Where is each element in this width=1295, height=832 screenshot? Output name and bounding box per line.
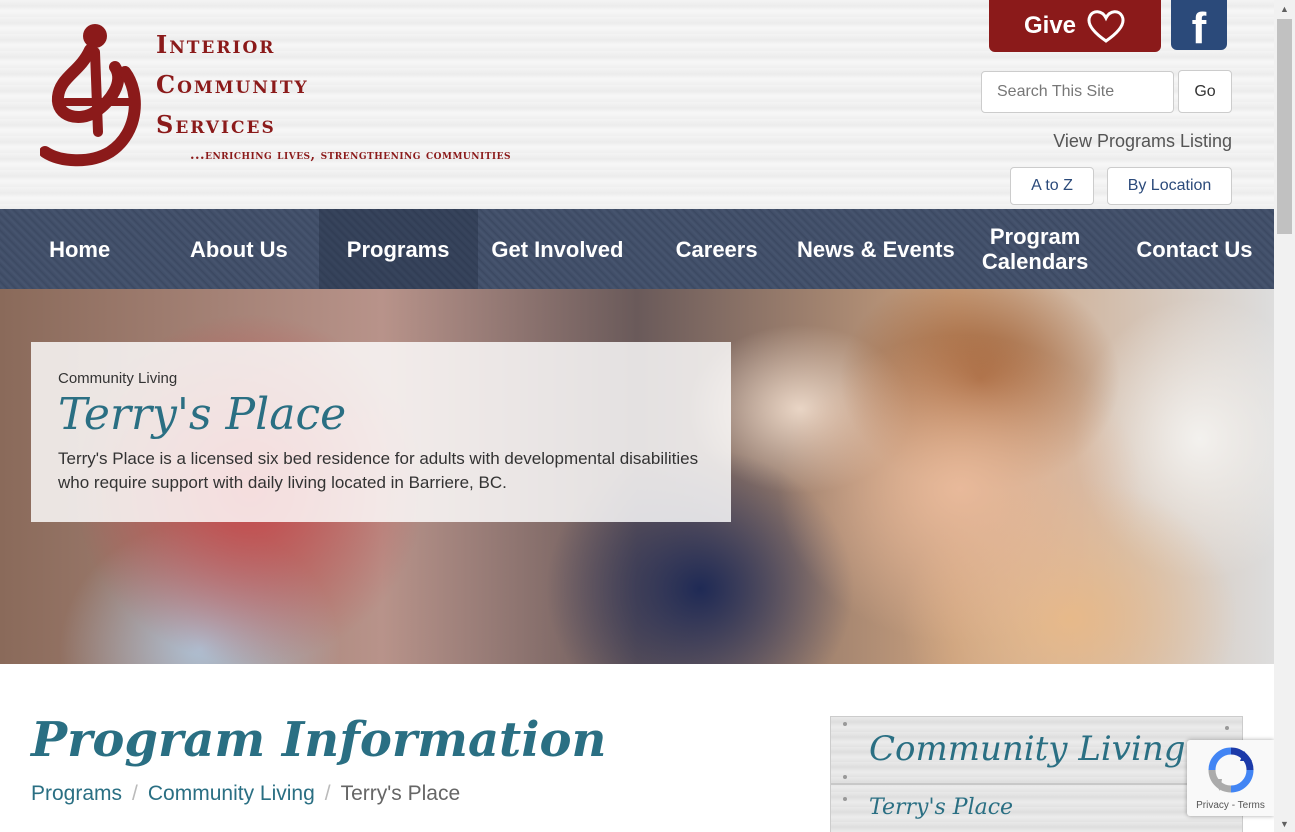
page-title: Program Information xyxy=(31,712,607,768)
sidebar-divider xyxy=(831,783,1242,785)
view-programs-link[interactable]: View Programs Listing xyxy=(1053,131,1232,152)
logo-text-line-3: Services xyxy=(156,110,276,139)
breadcrumb-separator: / xyxy=(132,782,138,805)
breadcrumb-current: Terry's Place xyxy=(340,782,461,805)
heart-icon xyxy=(1087,10,1125,43)
recaptcha-icon xyxy=(1208,747,1254,793)
nav-item-programs[interactable]: Programs xyxy=(318,209,478,289)
nav-item-home[interactable]: Home xyxy=(0,209,159,289)
nav-item-careers[interactable]: Careers xyxy=(637,209,796,289)
nail-decoration xyxy=(843,722,847,726)
breadcrumb-community-living[interactable]: Community Living xyxy=(148,782,315,806)
logo-text-line-1: Interior xyxy=(156,30,276,59)
nav-item-program-calendars[interactable]: Program Calendars xyxy=(956,209,1115,289)
hero-image: Community Living Terry's Place Terry's P… xyxy=(0,289,1274,664)
a-to-z-button[interactable]: A to Z xyxy=(1010,167,1094,205)
hero-category: Community Living xyxy=(58,370,178,387)
nail-decoration xyxy=(843,775,847,779)
facebook-icon: f xyxy=(1191,4,1207,53)
nav-item-about-us[interactable]: About Us xyxy=(159,209,318,289)
scrollbar-thumb[interactable] xyxy=(1277,19,1292,234)
hero-title: Terry's Place xyxy=(58,389,347,440)
search-input[interactable] xyxy=(981,71,1174,113)
hero-panel: Community Living Terry's Place Terry's P… xyxy=(31,342,731,522)
breadcrumb-separator: / xyxy=(324,782,331,805)
site-logo[interactable]: Interior Community Services ...enriching… xyxy=(40,22,600,172)
sidebar-item-terrys-place[interactable]: Terry's Place xyxy=(869,795,1013,820)
sidebar-title[interactable]: Community Living xyxy=(869,729,1186,769)
scroll-up-arrow-icon[interactable]: ▲ xyxy=(1274,0,1295,17)
breadcrumb: Programs / Community Living / Terry's Pl… xyxy=(31,782,460,806)
nav-item-get-involved[interactable]: Get Involved xyxy=(478,209,637,289)
scroll-down-arrow-icon[interactable]: ▼ xyxy=(1274,815,1295,832)
logo-text-line-2: Community xyxy=(156,70,309,99)
nail-decoration xyxy=(1225,726,1229,730)
main-nav: Home About Us Programs Get Involved Care… xyxy=(0,209,1274,289)
page-scrollbar[interactable]: ▲ ▼ xyxy=(1274,0,1295,832)
page: Interior Community Services ...enriching… xyxy=(0,0,1274,832)
nail-decoration xyxy=(843,797,847,801)
recaptcha-links[interactable]: Privacy - Terms xyxy=(1187,800,1274,811)
search-go-button[interactable]: Go xyxy=(1178,70,1232,113)
logo-tagline: ...enriching lives, strengthening commun… xyxy=(190,148,511,163)
logo-mark-icon xyxy=(40,24,141,167)
nav-item-news-events[interactable]: News & Events xyxy=(796,209,955,289)
breadcrumb-programs[interactable]: Programs xyxy=(31,782,122,806)
site-header: Interior Community Services ...enriching… xyxy=(0,0,1274,209)
give-label: Give xyxy=(1023,12,1077,39)
facebook-button[interactable]: f xyxy=(1171,0,1227,53)
nav-item-contact-us[interactable]: Contact Us xyxy=(1115,209,1274,289)
by-location-button[interactable]: By Location xyxy=(1107,167,1232,205)
give-button[interactable]: Give xyxy=(989,0,1161,52)
recaptcha-badge[interactable]: Privacy - Terms xyxy=(1187,740,1274,816)
hero-description: Terry's Place is a licensed six bed resi… xyxy=(58,449,699,492)
sidebar-menu: Community Living Terry's Place xyxy=(830,716,1243,832)
